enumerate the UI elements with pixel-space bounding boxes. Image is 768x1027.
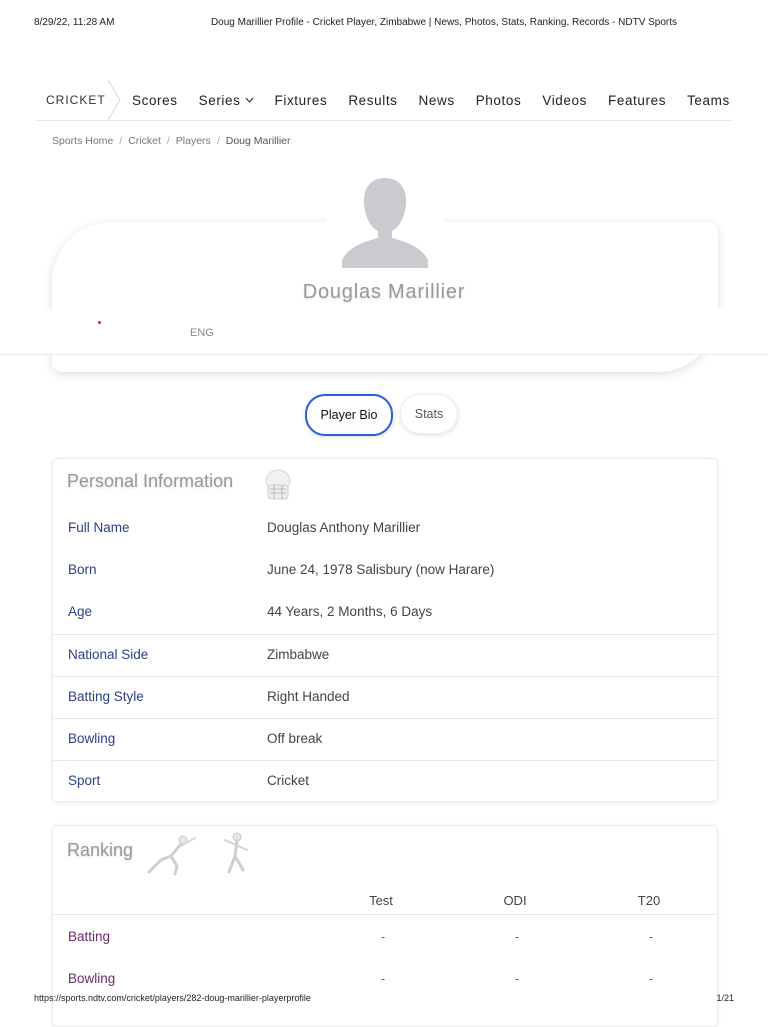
- ranking-title: Ranking: [67, 840, 134, 860]
- print-page-number: 1/21: [716, 993, 734, 1003]
- ranking-label: Bowling: [68, 971, 116, 986]
- info-label: National Side: [68, 647, 149, 662]
- info-value: Zimbabwe: [267, 647, 330, 662]
- cricket-helmet-icon: [265, 469, 291, 500]
- ranking-row-batting: Batting - - -: [53, 915, 717, 957]
- ranking-cell: -: [648, 929, 654, 944]
- breadcrumb-separator: /: [119, 135, 123, 147]
- ranking-cell: -: [514, 971, 520, 986]
- top-navbar: CRICKET Scores Series Fixtures Results N…: [36, 80, 732, 121]
- info-value: Douglas Anthony Marillier: [267, 520, 421, 535]
- profile-tabs: Player Bio Stats: [0, 394, 768, 436]
- info-label: Born: [68, 562, 97, 577]
- breadcrumb-current: Doug Marillier: [225, 135, 291, 147]
- breadcrumb: Sports Home / Cricket / Players / Doug M…: [52, 135, 291, 147]
- nav-item-series[interactable]: Series: [199, 93, 254, 108]
- nav-item-teams[interactable]: Teams: [687, 93, 730, 108]
- chevron-down-icon: [245, 97, 253, 103]
- breadcrumb-players[interactable]: Players: [176, 135, 211, 147]
- info-value: June 24, 1978 Salisbury (now Harare): [267, 562, 495, 577]
- nav-item-scores[interactable]: Scores: [132, 93, 178, 108]
- info-value: Off break: [267, 731, 323, 746]
- chevron-right-icon: [107, 80, 121, 120]
- bowler-icon: [224, 832, 248, 874]
- info-label: Batting Style: [68, 689, 144, 704]
- info-label: Full Name: [68, 520, 130, 535]
- info-value: Cricket: [267, 773, 310, 788]
- breadcrumb-sports-home[interactable]: Sports Home: [52, 135, 113, 147]
- print-title: Doug Marillier Profile - Cricket Player,…: [210, 17, 678, 28]
- info-row-batting-style: Batting Style Right Handed: [53, 676, 717, 719]
- nav-brand-cricket[interactable]: CRICKET: [46, 93, 106, 107]
- tab-stats[interactable]: Stats: [400, 394, 458, 434]
- ranking-col-odi: ODI: [503, 893, 527, 908]
- info-value: 44 Years, 2 Months, 6 Days: [267, 604, 433, 619]
- info-row-bowling: Bowling Off break: [53, 718, 717, 761]
- ranking-header-row: Test ODI T20: [53, 886, 717, 915]
- batsman-icon: [147, 835, 196, 876]
- nav-item-series-label: Series: [198, 92, 241, 108]
- ranking-cell: -: [380, 971, 386, 986]
- player-team-band: ENG: [0, 309, 768, 355]
- print-header: 8/29/22, 11:28 AM Doug Marillier Profile…: [0, 17, 768, 31]
- player-name: Douglas Marillier: [302, 281, 466, 303]
- info-label: Age: [68, 604, 93, 619]
- nav-items: Scores Series Fixtures Results News Phot…: [132, 80, 732, 120]
- nav-item-news[interactable]: News: [419, 93, 455, 108]
- info-row-national-side: National Side Zimbabwe: [53, 634, 717, 677]
- breadcrumb-cricket[interactable]: Cricket: [128, 135, 161, 147]
- breadcrumb-separator: /: [166, 135, 170, 147]
- info-label: Bowling: [68, 731, 116, 746]
- print-url: https://sports.ndtv.com/cricket/players/…: [34, 993, 311, 1003]
- person-silhouette-icon: [342, 178, 428, 268]
- ranking-col-t20: T20: [637, 893, 661, 908]
- ranking-cell: -: [648, 971, 654, 986]
- info-row-full-name: Full Name Douglas Anthony Marillier: [53, 508, 717, 550]
- tab-player-bio[interactable]: Player Bio: [305, 394, 393, 436]
- team-code: ENG: [190, 327, 214, 339]
- nav-item-results[interactable]: Results: [348, 93, 397, 108]
- personal-information-card: Personal Information Full Name Douglas A…: [52, 458, 718, 802]
- info-row-age: Age 44 Years, 2 Months, 6 Days: [53, 592, 717, 634]
- info-value: Right Handed: [267, 689, 350, 704]
- player-avatar: [326, 176, 444, 272]
- flag-icon: [98, 321, 101, 324]
- ranking-cell: -: [380, 929, 386, 944]
- ranking-col-test: Test: [369, 893, 393, 908]
- ranking-cell: -: [514, 929, 520, 944]
- breadcrumb-separator: /: [216, 135, 220, 147]
- personal-information-title: Personal Information: [67, 471, 234, 491]
- ranking-label: Batting: [68, 929, 111, 944]
- nav-item-fixtures[interactable]: Fixtures: [275, 93, 328, 108]
- nav-item-features[interactable]: Features: [608, 93, 666, 108]
- info-label: Sport: [68, 773, 101, 788]
- info-row-sport: Sport Cricket: [53, 760, 717, 803]
- info-row-born: Born June 24, 1978 Salisbury (now Harare…: [53, 550, 717, 592]
- nav-item-videos[interactable]: Videos: [542, 93, 587, 108]
- nav-item-photos[interactable]: Photos: [476, 93, 522, 108]
